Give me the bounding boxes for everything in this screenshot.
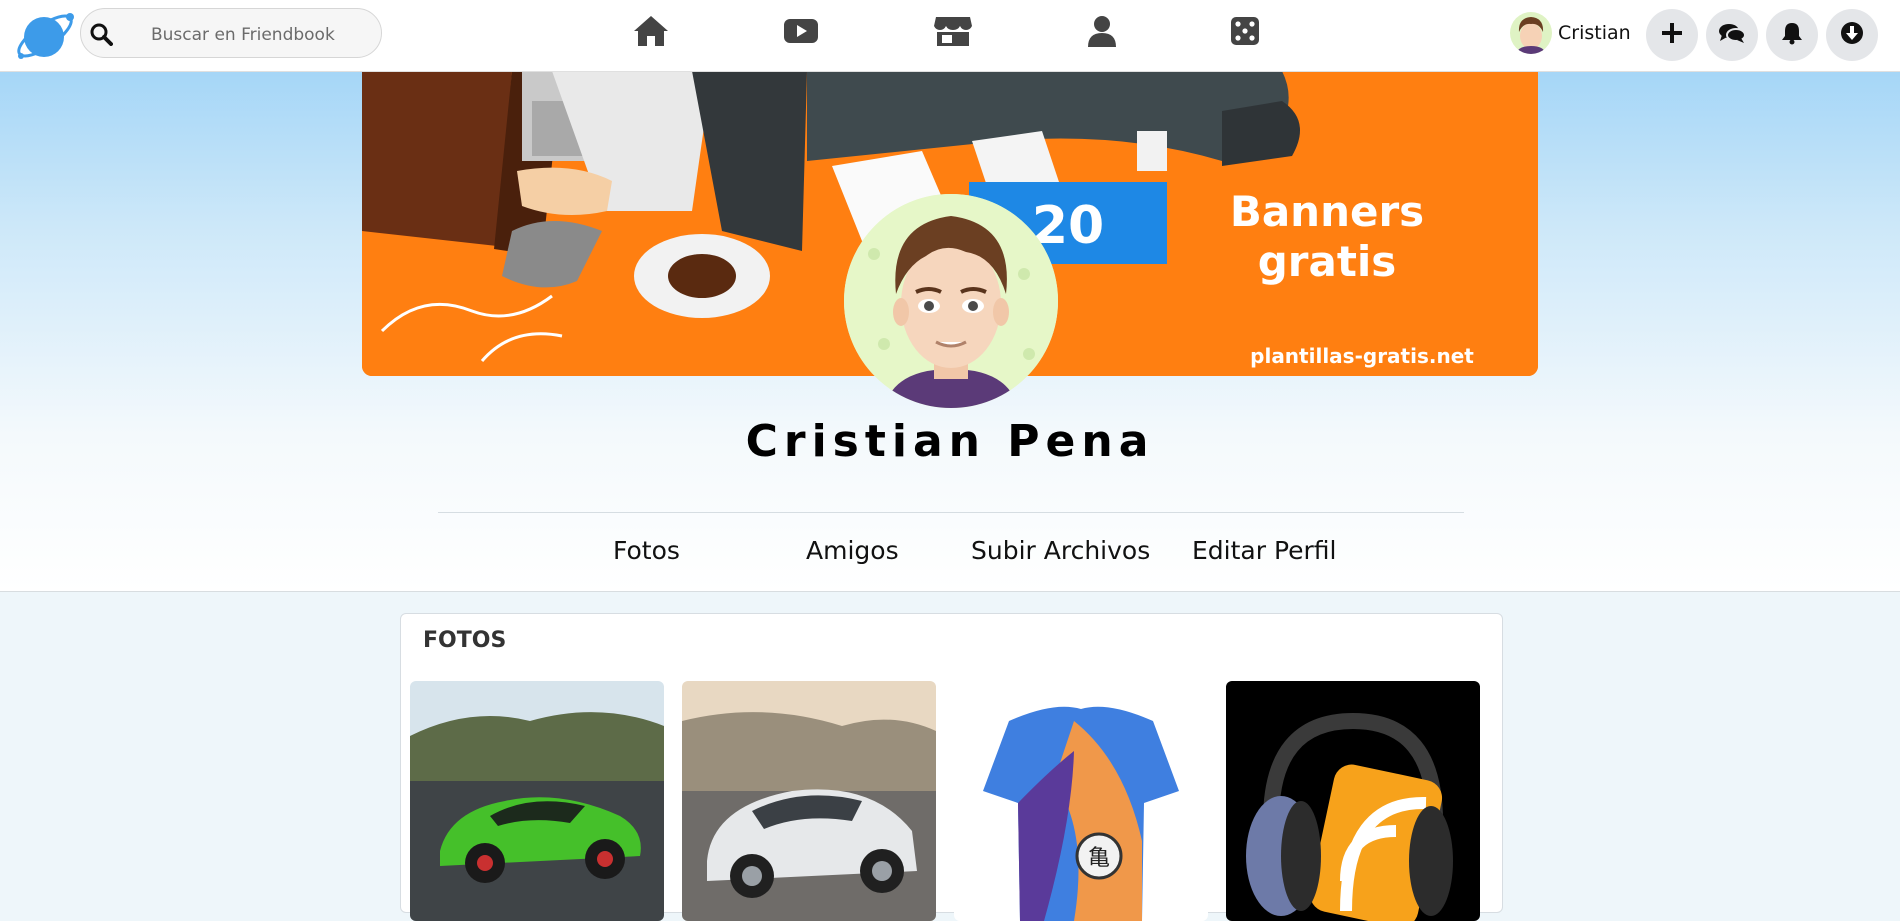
photo-white-sedan[interactable]	[682, 681, 936, 921]
download-icon	[1840, 21, 1864, 49]
search-input[interactable]	[149, 21, 373, 49]
create-button[interactable]	[1646, 9, 1698, 61]
plus-icon	[1661, 22, 1683, 48]
user-name: Cristian	[1558, 22, 1631, 44]
cover-headline-1: Banners	[1230, 187, 1424, 236]
photos-panel: FOTOS 亀	[400, 613, 1503, 921]
download-button[interactable]	[1826, 9, 1878, 61]
tab-fotos[interactable]: Fotos	[613, 526, 680, 576]
profile-avatar[interactable]	[844, 194, 1058, 408]
search-icon[interactable]	[89, 22, 113, 46]
user-menu[interactable]: Cristian	[1510, 12, 1631, 54]
cover-site: plantillas-gratis.net	[1250, 344, 1474, 368]
photos-title: FOTOS	[423, 628, 507, 653]
profile-header: 20 Banners gratis plantillas-gratis.net …	[0, 71, 1900, 592]
svg-text:亀: 亀	[1088, 846, 1110, 871]
home-icon[interactable]	[626, 8, 676, 54]
video-icon[interactable]	[776, 8, 826, 54]
marketplace-icon[interactable]	[928, 8, 978, 54]
messages-button[interactable]	[1706, 9, 1758, 61]
photo-dragon-ball-shirt[interactable]: 亀	[954, 681, 1208, 921]
profile-tabs: Fotos Amigos Subir Archivos Editar Perfi…	[0, 526, 1900, 576]
tab-amigos[interactable]: Amigos	[806, 526, 899, 576]
tab-subir-archivos[interactable]: Subir Archivos	[971, 526, 1150, 576]
photo-rss-headphones[interactable]	[1226, 681, 1480, 921]
messages-icon	[1718, 22, 1746, 48]
friendbook-logo[interactable]	[12, 6, 78, 66]
profile-icon[interactable]	[1077, 8, 1127, 54]
profile-name: Cristian Pena	[745, 416, 1155, 467]
tab-editar-perfil[interactable]: Editar Perfil	[1192, 526, 1337, 576]
cover-headline-2: gratis	[1258, 237, 1397, 286]
bell-icon	[1781, 21, 1803, 49]
photo-green-sports-car[interactable]	[410, 681, 664, 921]
top-navbar: Cristian	[0, 0, 1900, 72]
search-bar	[80, 8, 382, 58]
notifications-button[interactable]	[1766, 9, 1818, 61]
user-avatar	[1510, 12, 1552, 54]
games-icon[interactable]	[1220, 8, 1270, 54]
header-divider	[438, 512, 1464, 513]
